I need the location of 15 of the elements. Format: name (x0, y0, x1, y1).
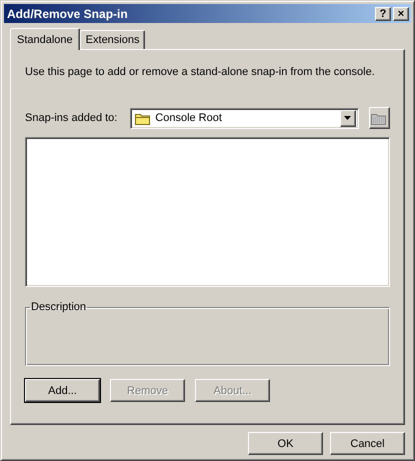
field-label: Snap-ins added to: (25, 112, 118, 124)
cancel-button[interactable]: Cancel (330, 432, 405, 455)
location-dropdown[interactable]: Console Root (130, 108, 358, 128)
tab[interactable]: Standalone (10, 28, 80, 50)
folder-icon (371, 112, 388, 124)
tab[interactable]: Extensions (80, 30, 146, 49)
help-button[interactable]: ? (375, 6, 391, 20)
folder-icon (135, 112, 152, 124)
close-button[interactable]: × (393, 6, 409, 20)
window-title: Add/Remove Snap-in (7, 6, 129, 20)
ok-button[interactable]: OK (248, 432, 323, 455)
dropdown-value: Console Root (155, 112, 222, 124)
group-label: Description (30, 301, 88, 313)
instruction-text: Use this page to add or remove a stand-alone snap-in from the console. (25, 66, 376, 78)
action-button[interactable]: Add... (25, 379, 100, 402)
